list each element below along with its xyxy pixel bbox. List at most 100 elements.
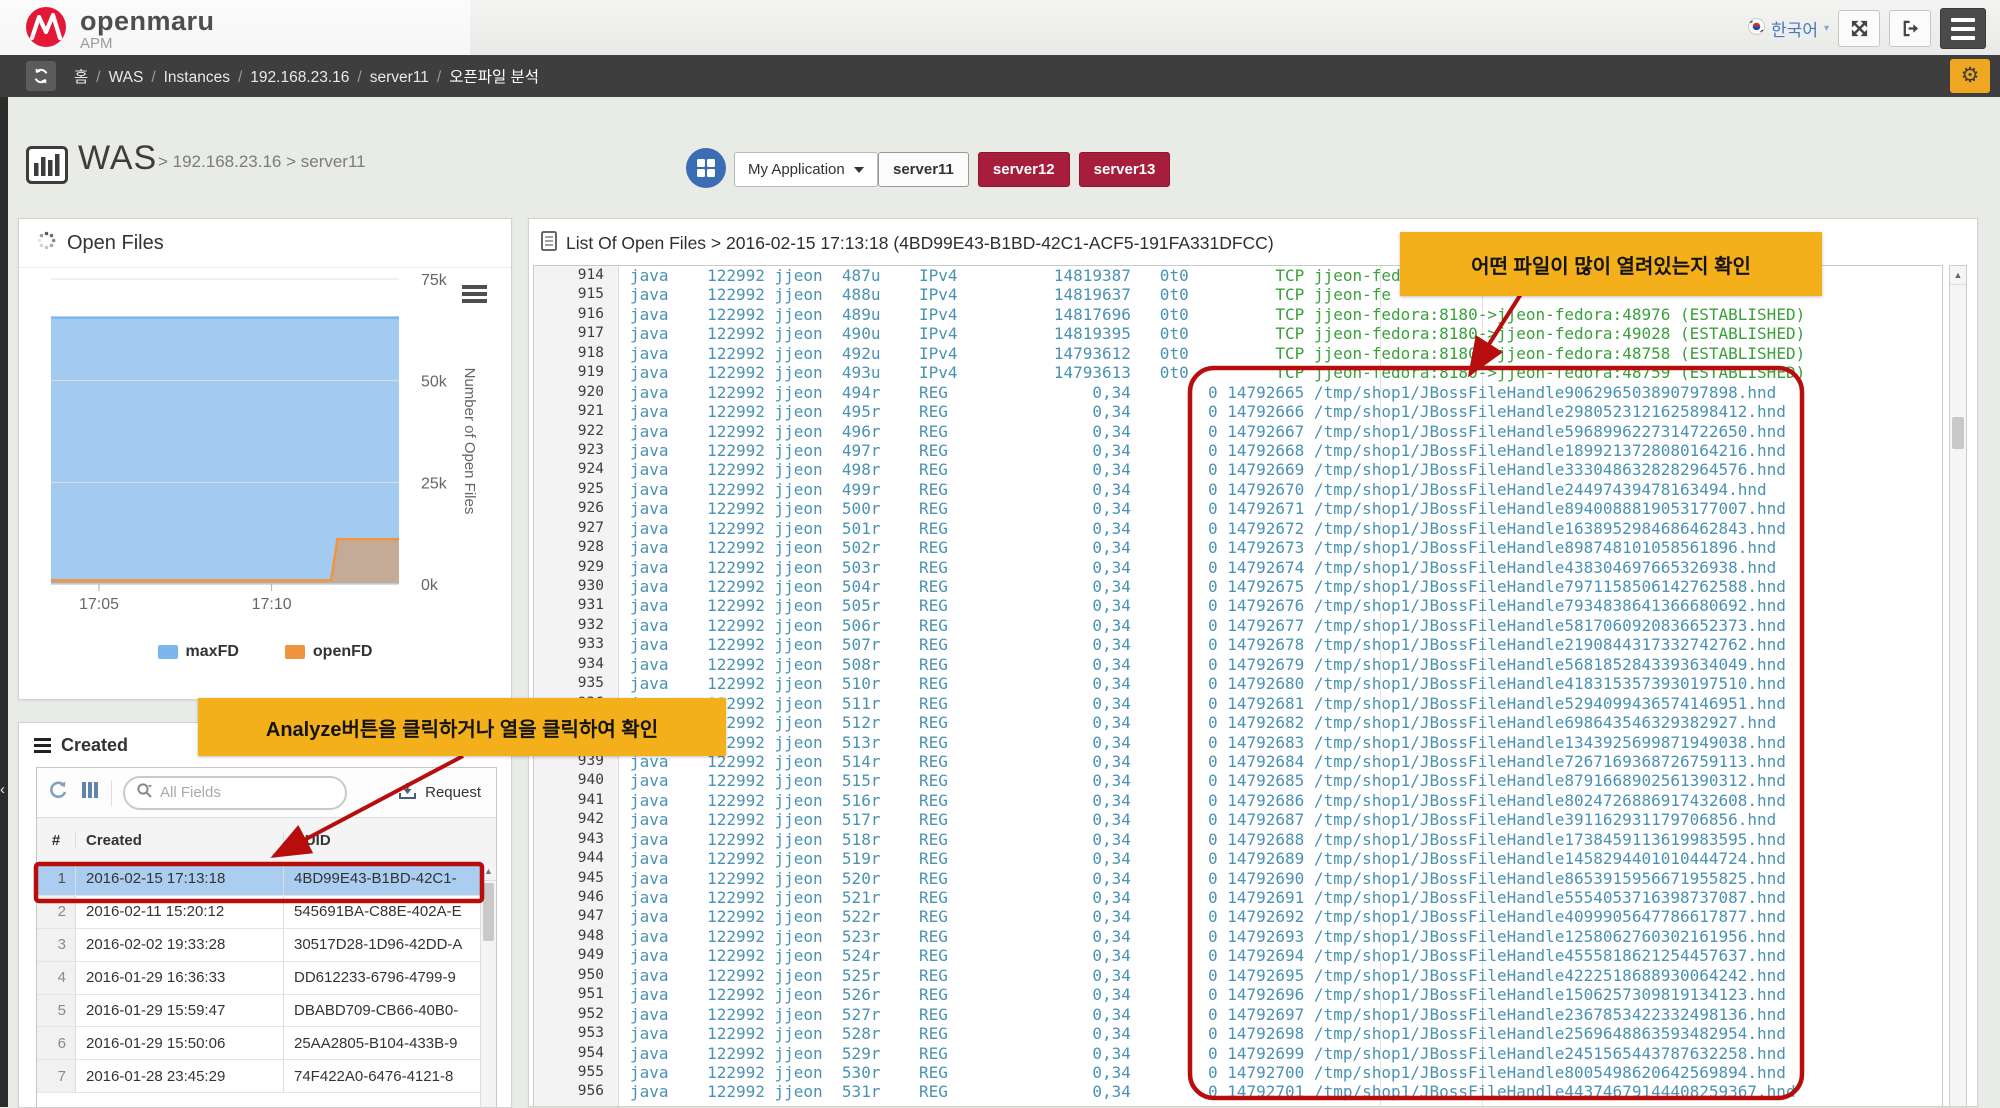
file-row[interactable]: 939java 122992 jjeon 514r REG 0,34 0 147… <box>534 752 1942 771</box>
line-number: 947 <box>534 907 618 926</box>
server-tab-server12[interactable]: server12 <box>978 152 1070 187</box>
application-grid-button[interactable] <box>686 148 726 188</box>
file-row[interactable]: 925java 122992 jjeon 499r REG 0,34 0 147… <box>534 480 1942 499</box>
columns-icon[interactable] <box>80 781 100 804</box>
created-table-scrollbar[interactable]: ▲ <box>480 862 496 1108</box>
file-row-columns: java 122992 jjeon 494r REG 0,34 <box>630 383 1208 402</box>
file-row[interactable]: 944java 122992 jjeon 519r REG 0,34 0 147… <box>534 849 1942 868</box>
table-row[interactable]: 52016-01-29 15:59:47DBABD709-CB66-40B0- <box>37 995 496 1028</box>
chart-context-menu-icon[interactable] <box>462 285 487 303</box>
search-input[interactable]: All Fields <box>123 776 347 810</box>
sidebar-collapse-chevron-icon[interactable]: ‹ <box>0 782 5 797</box>
file-row[interactable]: 955java 122992 jjeon 530r REG 0,34 0 147… <box>534 1063 1942 1082</box>
file-row[interactable]: 916java 122992 jjeon 489u IPv4 14817696 … <box>534 305 1942 324</box>
server-tab-server11[interactable]: server11 <box>878 152 969 187</box>
file-row[interactable]: 945java 122992 jjeon 520r REG 0,34 0 147… <box>534 869 1942 888</box>
legend-item-maxFD[interactable]: maxFD <box>158 643 239 661</box>
file-row-columns: java 122992 jjeon 523r REG 0,34 <box>630 927 1208 946</box>
file-row[interactable]: 926java 122992 jjeon 500r REG 0,34 0 147… <box>534 499 1942 518</box>
table-row[interactable]: 12016-02-15 17:13:184BD99E43-B1BD-42C1- <box>37 863 496 896</box>
file-row[interactable]: 928java 122992 jjeon 502r REG 0,34 0 147… <box>534 538 1942 557</box>
refresh-button[interactable] <box>26 61 56 91</box>
file-row[interactable]: 942java 122992 jjeon 517r REG 0,34 0 147… <box>534 810 1942 829</box>
file-row[interactable]: 946java 122992 jjeon 521r REG 0,34 0 147… <box>534 888 1942 907</box>
request-button[interactable]: Request <box>398 782 481 804</box>
legend-item-openFD[interactable]: openFD <box>285 643 373 661</box>
file-row[interactable]: 920java 122992 jjeon 494r REG 0,34 0 147… <box>534 383 1942 402</box>
file-row[interactable]: 931java 122992 jjeon 505r REG 0,34 0 147… <box>534 596 1942 615</box>
spinner-icon <box>37 231 56 256</box>
y-tick-label: 50k <box>421 374 448 391</box>
file-row[interactable]: 938java 122992 jjeon 513r REG 0,34 0 147… <box>534 733 1942 752</box>
file-row[interactable]: 924java 122992 jjeon 498r REG 0,34 0 147… <box>534 460 1942 479</box>
column-header-#[interactable]: # <box>37 832 76 849</box>
file-row[interactable]: 923java 122992 jjeon 497r REG 0,34 0 147… <box>534 441 1942 460</box>
file-row-columns: java 122992 jjeon 487u IPv4 14819387 0t0 <box>630 266 1275 285</box>
fullscreen-button[interactable] <box>1838 10 1880 47</box>
file-row[interactable]: 940java 122992 jjeon 515r REG 0,34 0 147… <box>534 771 1942 790</box>
row-uuid: 74F422A0-6476-4121-8 <box>284 1060 496 1092</box>
menu-button[interactable] <box>1940 8 1986 49</box>
file-list-scrollbar[interactable]: ▲ <box>1949 265 1967 1107</box>
file-row[interactable]: 937java 122992 jjeon 512r REG 0,34 0 147… <box>534 713 1942 732</box>
collapsed-sidebar-strip[interactable] <box>0 97 8 1107</box>
breadcrumb-item[interactable]: WAS <box>109 69 144 86</box>
legend-swatch <box>158 645 178 659</box>
file-row[interactable]: 918java 122992 jjeon 492u IPv4 14793612 … <box>534 344 1942 363</box>
file-row[interactable]: 922java 122992 jjeon 496r REG 0,34 0 147… <box>534 422 1942 441</box>
file-row-text: java 122992 jjeon 523r REG 0,34 0 147926… <box>618 927 1786 946</box>
created-table-body: 12016-02-15 17:13:184BD99E43-B1BD-42C1-2… <box>37 863 496 1093</box>
file-row[interactable]: 934java 122992 jjeon 508r REG 0,34 0 147… <box>534 655 1942 674</box>
file-row[interactable]: 921java 122992 jjeon 495r REG 0,34 0 147… <box>534 402 1942 421</box>
file-row[interactable]: 932java 122992 jjeon 506r REG 0,34 0 147… <box>534 616 1942 635</box>
column-header-Created[interactable]: Created <box>76 832 284 849</box>
file-row[interactable]: 947java 122992 jjeon 522r REG 0,34 0 147… <box>534 907 1942 926</box>
table-row[interactable]: 32016-02-02 19:33:2830517D28-1D96-42DD-A <box>37 929 496 962</box>
file-row[interactable]: 917java 122992 jjeon 490u IPv4 14819395 … <box>534 324 1942 343</box>
scrollbar-thumb[interactable] <box>483 883 494 941</box>
file-row[interactable]: 950java 122992 jjeon 525r REG 0,34 0 147… <box>534 966 1942 985</box>
file-row[interactable]: 936java 122992 jjeon 511r REG 0,34 0 147… <box>534 694 1942 713</box>
file-row[interactable]: 956java 122992 jjeon 531r REG 0,34 0 147… <box>534 1082 1942 1101</box>
table-refresh-icon[interactable] <box>48 780 69 806</box>
brand[interactable]: openmaru APM <box>24 5 215 54</box>
file-row[interactable]: 927java 122992 jjeon 501r REG 0,34 0 147… <box>534 519 1942 538</box>
file-row[interactable]: 929java 122992 jjeon 503r REG 0,34 0 147… <box>534 558 1942 577</box>
table-row[interactable]: 42016-01-29 16:36:33DD612233-6796-4799-9 <box>37 962 496 995</box>
file-row-columns: java 122992 jjeon 524r REG 0,34 <box>630 946 1208 965</box>
created-table-widget: All Fields Request #CreatedUUID 12016-02… <box>36 767 497 1108</box>
file-row[interactable]: 919java 122992 jjeon 493u IPv4 14793613 … <box>534 363 1942 382</box>
table-row[interactable]: 22016-02-11 15:20:12545691BA-C88E-402A-E <box>37 896 496 929</box>
file-row[interactable]: 951java 122992 jjeon 526r REG 0,34 0 147… <box>534 985 1942 1004</box>
file-row[interactable]: 954java 122992 jjeon 529r REG 0,34 0 147… <box>534 1044 1942 1063</box>
file-row[interactable]: 949java 122992 jjeon 524r REG 0,34 0 147… <box>534 946 1942 965</box>
scrollbar-thumb[interactable] <box>1952 417 1964 449</box>
breadcrumb-item[interactable]: Instances <box>164 69 230 86</box>
column-header-UUID[interactable]: UUID <box>284 832 496 849</box>
file-row-text: java 122992 jjeon 508r REG 0,34 0 147926… <box>618 655 1786 674</box>
language-selector[interactable]: 한국어 ▾ <box>1748 16 1829 41</box>
file-row[interactable]: 952java 122992 jjeon 527r REG 0,34 0 147… <box>534 1005 1942 1024</box>
breadcrumb-item[interactable]: 192.168.23.16 <box>250 69 349 86</box>
file-row-text: java 122992 jjeon 522r REG 0,34 0 147926… <box>618 907 1786 926</box>
file-row[interactable]: 953java 122992 jjeon 528r REG 0,34 0 147… <box>534 1024 1942 1043</box>
table-row[interactable]: 62016-01-29 15:50:0625AA2805-B104-433B-9 <box>37 1027 496 1060</box>
file-row-text: java 122992 jjeon 504r REG 0,34 0 147926… <box>618 577 1786 596</box>
file-row[interactable]: 930java 122992 jjeon 504r REG 0,34 0 147… <box>534 577 1942 596</box>
settings-gear-button[interactable]: ⚙ <box>1950 59 1990 93</box>
breadcrumb-item[interactable]: server11 <box>370 69 429 86</box>
file-row[interactable]: 943java 122992 jjeon 518r REG 0,34 0 147… <box>534 830 1942 849</box>
scroll-up-icon[interactable]: ▲ <box>1950 266 1966 285</box>
breadcrumb-home[interactable]: 홈 <box>74 69 88 86</box>
logout-button[interactable] <box>1889 10 1931 47</box>
x-tick-label: 17:10 <box>252 596 292 613</box>
file-row[interactable]: 935java 122992 jjeon 510r REG 0,34 0 147… <box>534 674 1942 693</box>
file-row[interactable]: 948java 122992 jjeon 523r REG 0,34 0 147… <box>534 927 1942 946</box>
scroll-up-icon[interactable]: ▲ <box>481 862 496 881</box>
my-application-dropdown[interactable]: My Application <box>734 152 878 187</box>
server-tab-server13[interactable]: server13 <box>1079 152 1171 187</box>
file-row[interactable]: 941java 122992 jjeon 516r REG 0,34 0 147… <box>534 791 1942 810</box>
table-row[interactable]: 72016-01-28 23:45:2974F422A0-6476-4121-8 <box>37 1060 496 1093</box>
file-row-name: 0 14792679 /tmp/shop1/JBossFileHandle568… <box>1208 655 1786 674</box>
file-row[interactable]: 933java 122992 jjeon 507r REG 0,34 0 147… <box>534 635 1942 654</box>
